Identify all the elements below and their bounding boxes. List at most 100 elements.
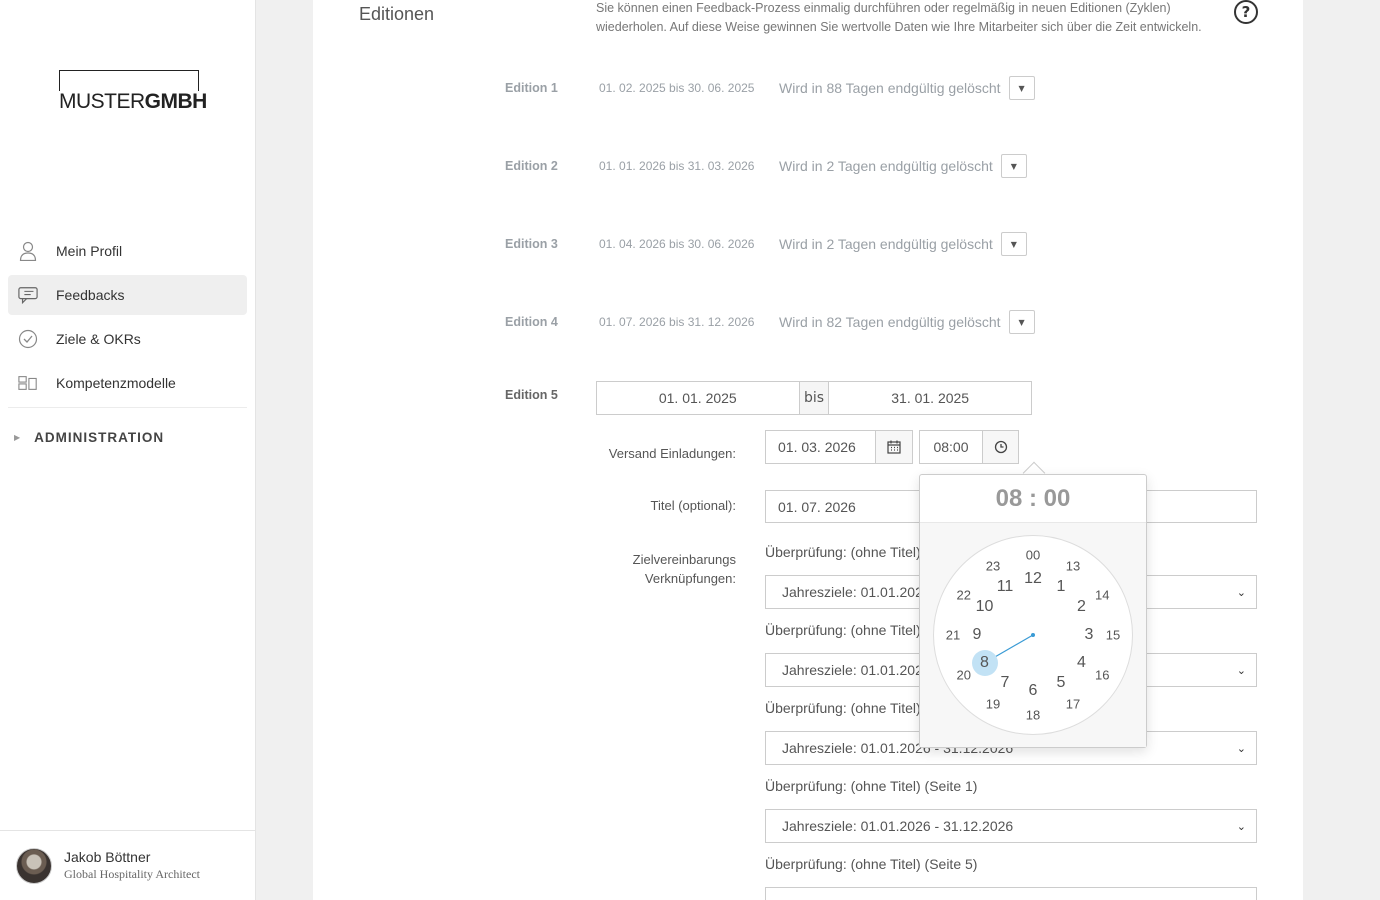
model-icon [18,373,38,393]
sidebar-item-mein-profil[interactable]: Mein Profil [8,231,247,271]
edition-dropdown-button[interactable]: ▼ [1008,310,1035,334]
invite-date-group [765,430,913,464]
clock-hour-1[interactable]: 1 [1057,578,1066,596]
zv-select-value: Jahresziele: 01.01.2026 - 31.12.2026 [782,818,1014,834]
sidebar-item-label: Feedbacks [56,287,125,303]
clock-hour-21[interactable]: 21 [946,628,960,643]
edition-row: Edition 1 01. 02. 2025 bis 30. 06. 2025 … [505,76,1035,100]
chevron-down-icon: ⌄ [1236,586,1246,599]
edition-label: Edition 2 [505,159,558,173]
main-card: Editionen Sie können einen Feedback-Proz… [313,0,1303,900]
sidebar-item-ziele-okrs[interactable]: Ziele & OKRs [8,319,247,359]
check-circle-icon [18,329,38,349]
calendar-icon[interactable] [875,431,912,463]
edition-row: Edition 3 01. 04. 2026 bis 30. 06. 2026 … [505,232,1027,256]
zv-label: Zielvereinbarungs Verknüpfungen: [632,552,736,586]
clock-hour-16[interactable]: 16 [1095,668,1109,683]
zv-caption: Überprüfung: (ohne Titel) (Seite 1) [765,778,978,794]
avatar [16,847,52,884]
clock-hour-12[interactable]: 12 [1024,570,1042,588]
clockpicker-popover: 08 : 00 12 1 2 3 4 5 6 7 8 9 10 11 00 13 14 15 16 17 18 19 2… [919,474,1147,748]
edition-dropdown-button[interactable]: ▼ [1000,232,1027,256]
clock-hour-20[interactable]: 20 [956,668,970,683]
zv-select[interactable]: ⌄ [765,887,1257,900]
admin-label: ADMINISTRATION [34,429,165,445]
sidebar-item-administration[interactable]: ▶ ADMINISTRATION [8,408,247,466]
clock-hour-22[interactable]: 22 [956,588,970,603]
clock-face: 12 1 2 3 4 5 6 7 8 9 10 11 00 13 14 15 16 17 18 19 20 21 22 23 [933,535,1133,735]
edition-row: Edition 4 01. 07. 2026 bis 31. 12. 2026 … [505,310,1035,334]
edition-dropdown-button[interactable]: ▼ [1000,154,1027,178]
chevron-down-icon: ⌄ [1236,820,1246,833]
clock-hour-17[interactable]: 17 [1066,697,1080,712]
range-separator: bis [798,382,830,414]
end-date-input[interactable] [829,382,1031,414]
edition-5-label: Edition 5 [505,388,558,402]
clock-hour-3[interactable]: 3 [1085,626,1094,644]
clock-hour-19[interactable]: 19 [986,697,1000,712]
edition-status: Wird in 2 Tagen endgültig gelöscht [779,158,993,174]
clock-body: 12 1 2 3 4 5 6 7 8 9 10 11 00 13 14 15 16 17 18 19 20 21 22 23 [920,523,1146,747]
caret-right-icon: ▶ [14,432,21,442]
edition-date-range: bis [596,381,1032,415]
edition-status: Wird in 2 Tagen endgültig gelöscht [779,236,993,252]
start-date-input[interactable] [597,382,799,414]
zv-select[interactable]: Jahresziele: 01.01.2026 - 31.12.2026 ⌄ [765,809,1257,843]
edition-dates: 01. 02. 2025 bis 30. 06. 2025 [599,81,755,95]
sidebar: MUSTERGMBH Mein Profil Feedbacks Ziele &… [0,0,256,900]
clock-hour-7[interactable]: 7 [1001,674,1010,692]
chat-icon [18,285,38,305]
edition-dates: 01. 07. 2026 bis 31. 12. 2026 [599,315,755,329]
clock-hour-13[interactable]: 13 [1066,558,1080,573]
clock-hour-4[interactable]: 4 [1077,654,1086,672]
sidebar-item-label: Kompetenzmodelle [56,375,176,391]
zv-caption: Überprüfung: (ohne Titel) (Seite 5) [765,856,978,872]
sidebar-nav: Mein Profil Feedbacks Ziele & OKRs Kompe… [8,231,247,466]
company-logo[interactable]: MUSTERGMBH [59,70,209,113]
edition-dropdown-button[interactable]: ▼ [1008,76,1035,100]
edition-status: Wird in 82 Tagen endgültig gelöscht [779,314,1001,330]
clock-hour-5[interactable]: 5 [1057,674,1066,692]
sidebar-item-feedbacks[interactable]: Feedbacks [8,275,247,315]
clock-hour-14[interactable]: 14 [1095,588,1109,603]
user-profile[interactable]: Jakob Böttner Global Hospitality Archite… [0,830,255,900]
title-label: Titel (optional): [650,498,737,513]
user-icon [18,241,38,261]
clock-hour-9[interactable]: 9 [973,626,982,644]
edition-label: Edition 4 [505,315,558,329]
sidebar-item-kompetenzmodelle[interactable]: Kompetenzmodelle [8,363,247,403]
logo-text: MUSTERGMBH [59,90,209,113]
invite-time-input[interactable] [920,431,982,463]
zv-caption: Überprüfung: (ohne Titel) [765,622,921,638]
clock-hour-2[interactable]: 2 [1077,598,1086,616]
clock-hour-23[interactable]: 23 [986,558,1000,573]
edition-status: Wird in 88 Tagen endgültig gelöscht [779,80,1001,96]
caret-down-icon: ▼ [1010,239,1017,249]
edition-dates: 01. 04. 2026 bis 30. 06. 2026 [599,237,755,251]
clock-hour-10[interactable]: 10 [976,598,994,616]
user-name: Jakob Böttner [64,849,151,865]
clock-hand [984,633,1035,664]
clock-hour-8[interactable]: 8 [971,650,998,676]
user-role: Global Hospitality Architect [64,867,200,881]
clock-hour-18[interactable]: 18 [1026,708,1040,723]
clock-time-display: 08 : 00 [920,475,1146,523]
section-title: Editionen [359,4,435,24]
clock-hour-11[interactable]: 11 [997,578,1014,596]
sidebar-item-label: Mein Profil [56,243,123,259]
chevron-down-icon: ⌄ [1236,742,1246,755]
edition-dates: 01. 01. 2026 bis 31. 03. 2026 [599,159,755,173]
clock-icon[interactable] [982,431,1018,463]
sidebar-item-label: Ziele & OKRs [56,331,141,347]
section-description: Sie können einen Feedback-Prozess einmal… [596,1,1202,34]
zv-caption: Überprüfung: (ohne Titel) [765,544,921,560]
invite-date-input[interactable] [766,431,875,463]
help-icon[interactable]: ? [1234,0,1258,24]
caret-down-icon: ▼ [1018,317,1025,327]
edition-label: Edition 1 [505,81,558,95]
caret-down-icon: ▼ [1018,83,1025,93]
clock-hour-00[interactable]: 00 [1026,548,1040,563]
clock-hour-6[interactable]: 6 [1029,682,1038,700]
edition-label: Edition 3 [505,237,558,251]
clock-hour-15[interactable]: 15 [1106,628,1120,643]
